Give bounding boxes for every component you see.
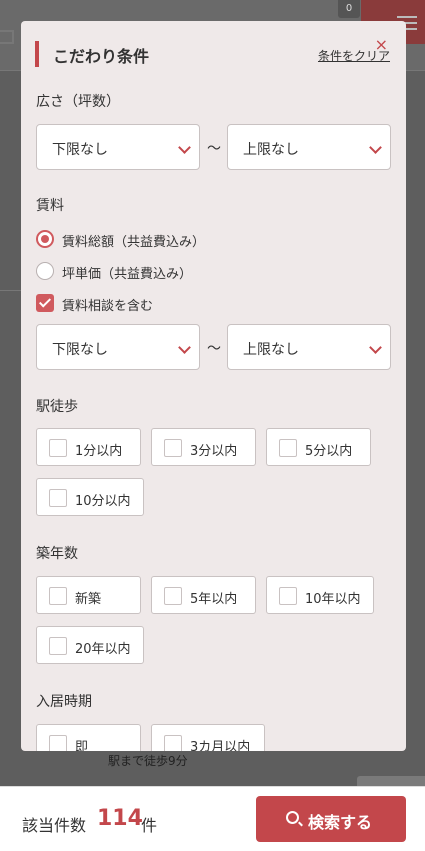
area-min-value: 下限なし — [52, 142, 108, 158]
background-snippet: 駅まで徒歩9分 — [108, 754, 188, 768]
checkbox-icon[interactable] — [49, 489, 67, 507]
area-min-select[interactable]: 下限なし — [36, 124, 200, 170]
checkbox-icon[interactable] — [164, 439, 182, 457]
chevron-down-icon — [369, 141, 382, 154]
result-count-label: 該当件数 — [22, 816, 87, 835]
checkbox-icon[interactable] — [49, 735, 67, 751]
range-separator: 〜 — [207, 141, 221, 157]
search-icon — [286, 811, 299, 824]
result-footer: 該当件数 114 件 検索する — [0, 786, 425, 851]
age-option-10y[interactable]: 10年以内 — [266, 576, 374, 614]
background-logo-fragment — [0, 30, 14, 44]
age-option-label: 新築 — [75, 592, 102, 607]
movein-section-label: 入居時期 — [36, 694, 92, 710]
checkbox-icon[interactable] — [164, 735, 182, 751]
walk-option-5min[interactable]: 5分以内 — [266, 428, 371, 466]
filter-modal: こだわり条件 条件をクリア × 広さ（坪数） 下限なし 〜 上限なし 賃料 賃料… — [21, 21, 406, 751]
checkbox-icon[interactable] — [279, 587, 297, 605]
rent-total-radio[interactable] — [36, 230, 54, 248]
background-badge: 0 — [338, 0, 360, 18]
age-option-label: 10年以内 — [305, 592, 361, 607]
walk-option-3min[interactable]: 3分以内 — [151, 428, 256, 466]
area-section-label: 広さ（坪数） — [36, 94, 120, 110]
rent-min-value: 下限なし — [52, 342, 108, 358]
age-section-label: 築年数 — [36, 546, 78, 562]
age-option-20y[interactable]: 20年以内 — [36, 626, 144, 664]
walk-option-label: 1分以内 — [75, 444, 123, 459]
rent-total-label: 賃料総額（共益費込み） — [62, 235, 206, 250]
rent-max-select[interactable]: 上限なし — [227, 324, 391, 370]
movein-option-label: 即 — [75, 740, 89, 751]
result-count: 114 — [97, 806, 143, 831]
age-option-new[interactable]: 新築 — [36, 576, 141, 614]
rent-max-value: 上限なし — [243, 342, 299, 358]
age-option-label: 20年以内 — [75, 642, 131, 657]
result-count-unit: 件 — [141, 816, 158, 835]
checkbox-icon[interactable] — [49, 587, 67, 605]
walk-section-label: 駅徒歩 — [36, 399, 78, 415]
chevron-down-icon — [178, 141, 191, 154]
rent-section-label: 賃料 — [36, 198, 64, 214]
range-separator: 〜 — [207, 341, 221, 357]
walk-option-label: 5分以内 — [305, 444, 353, 459]
movein-option-label: 3カ月以内 — [190, 740, 251, 751]
age-option-label: 5年以内 — [190, 592, 238, 607]
area-max-value: 上限なし — [243, 142, 299, 158]
checkbox-icon[interactable] — [49, 439, 67, 457]
rent-unit-radio[interactable] — [36, 262, 54, 280]
modal-title: こだわり条件 — [53, 47, 150, 66]
age-option-5y[interactable]: 5年以内 — [151, 576, 256, 614]
close-icon[interactable]: × — [375, 37, 388, 53]
area-max-select[interactable]: 上限なし — [227, 124, 391, 170]
search-button-label: 検索する — [308, 813, 373, 832]
search-button[interactable]: 検索する — [256, 796, 406, 842]
chevron-down-icon — [369, 341, 382, 354]
rent-unit-label: 坪単価（共益費込み） — [62, 267, 193, 282]
checkbox-icon[interactable] — [279, 439, 297, 457]
rent-negotiable-label: 賃料相談を含む — [62, 299, 154, 314]
title-accent-bar — [35, 41, 39, 67]
walk-option-1min[interactable]: 1分以内 — [36, 428, 141, 466]
rent-min-select[interactable]: 下限なし — [36, 324, 200, 370]
walk-option-label: 3分以内 — [190, 444, 238, 459]
checkbox-icon[interactable] — [49, 637, 67, 655]
walk-option-10min[interactable]: 10分以内 — [36, 478, 144, 516]
checkbox-icon[interactable] — [164, 587, 182, 605]
walk-option-label: 10分以内 — [75, 494, 131, 509]
movein-option-3months[interactable]: 3カ月以内 — [151, 724, 265, 751]
rent-negotiable-checkbox[interactable] — [36, 294, 54, 312]
chevron-down-icon — [178, 341, 191, 354]
movein-option-immediate[interactable]: 即 — [36, 724, 141, 751]
